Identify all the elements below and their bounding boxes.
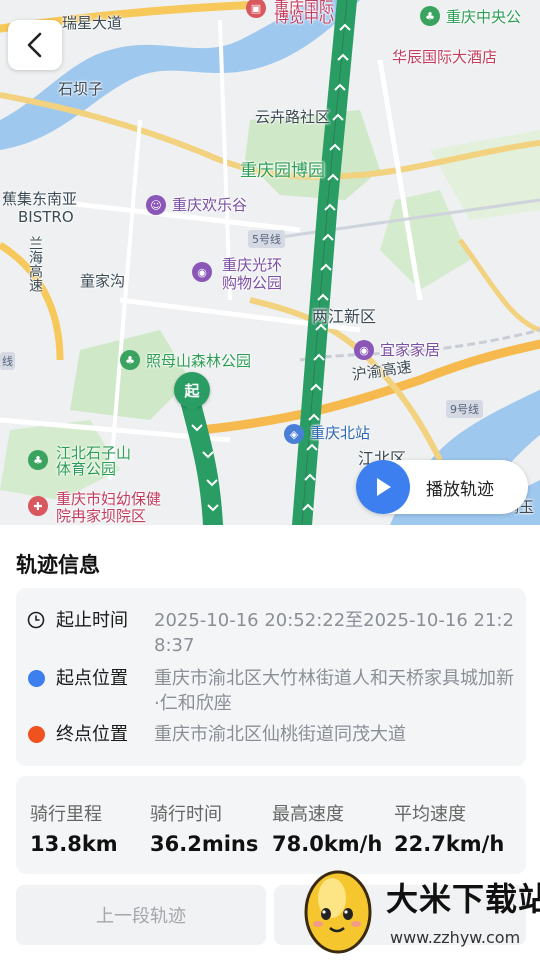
metro-line-tag-left: 线 [0, 352, 15, 370]
stat-max-speed-label: 最高速度 [272, 804, 344, 825]
forest-park-icon: ♣ [120, 350, 140, 370]
map-label-tongjiagou: 童家沟 [80, 272, 126, 290]
watermark: 大米下载站 www.zzhyw.com [296, 858, 540, 960]
sports-park-icon: ♣ [28, 450, 48, 470]
track-info-card: 起止时间 2025-10-16 20:52:22至2025-10-16 21:2… [16, 588, 526, 766]
clock-icon [26, 610, 46, 630]
stat-max-speed: 最高速度 78.0km/h [272, 800, 382, 856]
stat-duration-label: 骑行时间 [150, 804, 222, 825]
start-marker: 起 [174, 372, 210, 416]
stat-duration: 骑行时间 36.2mins [150, 800, 258, 856]
end-location-key: 终点位置 [56, 724, 128, 745]
map-label-mall: 重庆光环 [222, 256, 283, 274]
play-track-button[interactable]: 播放轨迹 [356, 460, 528, 514]
map-label-north-station: 重庆北站 [310, 424, 371, 442]
stat-avg-speed-label: 平均速度 [394, 804, 466, 825]
section-title: 轨迹信息 [16, 553, 100, 577]
map-label-road: 瑞星大道 [62, 14, 123, 32]
map-label-liangjiang: 两江新区 [312, 307, 377, 326]
stat-max-speed-value: 78.0km/h [272, 832, 383, 856]
orange-dot-icon [26, 724, 46, 744]
map-label-garden-expo: 重庆园博园 [240, 161, 325, 181]
start-location-value: 重庆市渝北区大竹林街道人和天桥家具城加新·仁和欣座 [154, 668, 514, 714]
park-icon: ♣ [420, 6, 440, 26]
blue-dot-icon [26, 668, 46, 688]
time-key: 起止时间 [56, 610, 128, 631]
stat-distance-value: 13.8km [30, 832, 118, 856]
map-label-happy-valley: 重庆欢乐谷 [172, 196, 248, 214]
end-location-row: 终点位置 重庆市渝北区仙桃街道同茂大道 [26, 722, 514, 748]
end-location-value: 重庆市渝北区仙桃街道同茂大道 [154, 724, 406, 745]
watermark-url: www.zzhyw.com [390, 928, 521, 947]
metro-line-5-tag: 5号线 [248, 230, 285, 248]
amusement-icon: ☺ [146, 195, 166, 215]
previous-track-button[interactable]: 上一段轨迹 [16, 885, 266, 945]
play-icon [356, 460, 410, 514]
map-label-zhaomu: 照母山森林公园 [146, 352, 252, 370]
map-label-hospital: 重庆市妇幼保健 [56, 490, 162, 508]
rice-mascot-logo [304, 870, 372, 954]
stat-distance-label: 骑行里程 [30, 804, 102, 825]
start-location-key: 起点位置 [56, 668, 128, 689]
metro-line-9-tag: 9号线 [446, 400, 483, 418]
map-label-mall-line2: 购物公园 [222, 274, 283, 292]
watermark-brand: 大米下载站 [386, 880, 540, 918]
stat-duration-value: 36.2mins [150, 832, 259, 856]
hospital-icon: ✚ [28, 496, 48, 516]
train-station-icon: ◈ [284, 424, 304, 444]
map-label-bistro-line2: BISTRO [18, 208, 74, 226]
map-view[interactable]: 瑞星大道 重庆国际 博览中心 ▣ ♣ 重庆中央公 华辰国际大酒店 石坝子 云卉路… [0, 0, 540, 525]
map-label-museum-line2: 博览中心 [274, 8, 335, 26]
back-button[interactable] [8, 20, 62, 70]
time-value: 2025-10-16 20:52:22至2025-10-16 21:28:37 [154, 610, 514, 656]
stat-avg-speed: 平均速度 22.7km/h [394, 800, 504, 856]
stat-distance: 骑行里程 13.8km [30, 800, 118, 856]
back-arrow-icon [27, 32, 42, 58]
stat-avg-speed-value: 22.7km/h [394, 832, 505, 856]
map-label-community: 云卉路社区 [255, 108, 331, 126]
map-label-hotel: 华辰国际大酒店 [392, 48, 498, 66]
play-track-label: 播放轨迹 [426, 479, 494, 500]
time-row: 起止时间 2025-10-16 20:52:22至2025-10-16 21:2… [26, 608, 514, 658]
map-label-hospital-line2: 院冉家坝院区 [56, 507, 147, 525]
map-label-bistro: 蕉集东南亚 [2, 190, 78, 208]
map-label-lanhai-highway: 兰海高速 [27, 236, 43, 292]
map-label-ikea: 宜家家居 [380, 341, 441, 359]
start-location-row: 起点位置 重庆市渝北区大竹林街道人和天桥家具城加新·仁和欣座 [26, 666, 514, 716]
map-label-central-park: 重庆中央公 [446, 8, 522, 26]
shopping-icon: ◉ [192, 262, 212, 282]
furniture-store-icon: ◉ [354, 340, 374, 360]
map-label-shiba: 石坝子 [58, 80, 104, 98]
map-label-sports-park-line2: 体育公园 [56, 460, 117, 478]
